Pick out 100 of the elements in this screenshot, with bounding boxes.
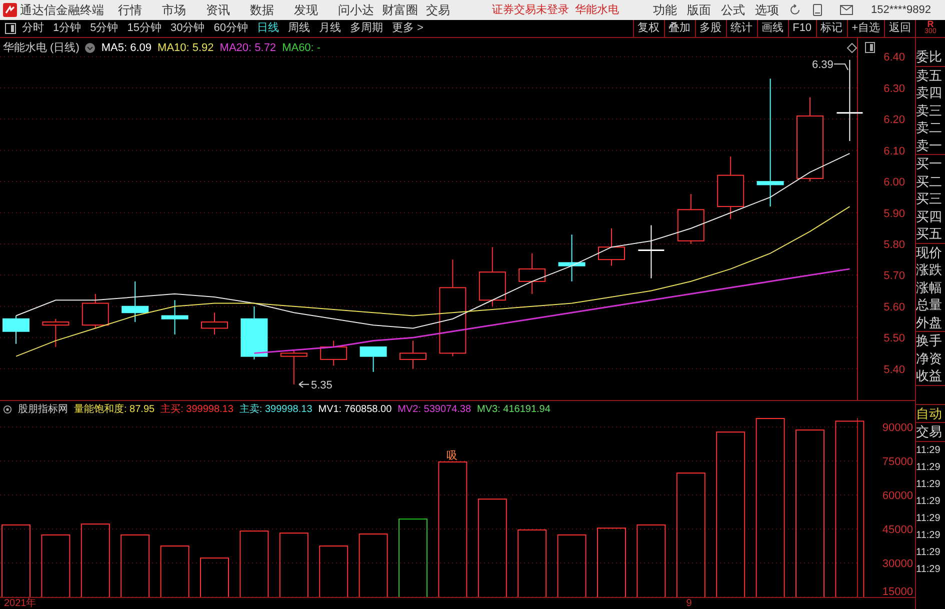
menu-item[interactable]: 问小达 [338, 1, 374, 19]
quote-label: 外盘 [916, 314, 943, 331]
phone-icon[interactable] [813, 4, 822, 16]
panel-toggle-icon[interactable] [5, 23, 16, 34]
chart-title: 华能水电 (日线) [3, 41, 80, 56]
indicator-value: MV2: 539074.38 [398, 403, 472, 417]
toolbar-button[interactable]: 画线 [756, 20, 788, 37]
period-tab[interactable]: 更多 > [392, 20, 424, 37]
volume-bar [200, 558, 229, 597]
price-axis-label: 6.40 [884, 52, 905, 64]
mail-icon[interactable] [840, 5, 853, 15]
quote-label: 净资 [916, 350, 943, 367]
volume-axis-label: 15000 [882, 586, 913, 597]
toolbar-button[interactable]: 标记 [816, 20, 847, 37]
panel-toggle-icon[interactable] [865, 42, 875, 53]
candlestick [240, 306, 268, 360]
period-tab[interactable]: 周线 [288, 20, 310, 37]
quote-label: 买二 [916, 172, 943, 190]
period-tab[interactable]: 60分钟 [214, 20, 248, 37]
indicator-value: 主买: 399998.13 [160, 402, 234, 417]
refresh-icon[interactable] [789, 4, 801, 16]
price-axis-label: 5.70 [884, 270, 905, 282]
period-tab[interactable]: 日线 [257, 20, 279, 37]
candlestick [717, 156, 744, 220]
candlestick [122, 280, 149, 322]
candlestick [280, 350, 308, 385]
period-tab[interactable]: 1分钟 [53, 20, 82, 37]
volume-bar [160, 546, 190, 597]
menu-item[interactable]: 财富圈 [382, 1, 418, 19]
menu-item[interactable]: 发现 [294, 1, 330, 19]
menu-item[interactable]: 公式 [721, 1, 745, 19]
menu-item[interactable]: 版面 [687, 1, 711, 19]
price-axis-label: 5.50 [884, 332, 905, 345]
menu-item[interactable]: 数据 [250, 1, 286, 19]
moving-average-value: MA20: 5.72 [220, 41, 276, 56]
volume-bar [557, 534, 586, 597]
quote-label: 换手 [916, 332, 943, 350]
diamond-icon[interactable] [847, 43, 857, 53]
price-axis-label: 5.40 [884, 364, 905, 376]
trade-time: 11:29 [916, 460, 942, 474]
volume-axis-label: 75000 [882, 456, 913, 468]
menu-item[interactable]: 资讯 [206, 1, 242, 19]
badge-letter: R [927, 20, 934, 28]
pointer-line-icon [834, 64, 848, 70]
mode-label[interactable]: 自动 [916, 404, 945, 423]
price-axis-label: 6.10 [884, 145, 905, 158]
trade-time: 11:29 [916, 512, 942, 526]
dropdown-icon[interactable] [85, 43, 96, 54]
quote-label: 卖二 [916, 119, 943, 136]
candlestick [558, 234, 586, 282]
menu-item[interactable]: 市场 [162, 1, 198, 19]
quote-label: 卖五 [916, 66, 943, 84]
indicator-value: 量能饱和度: 87.95 [74, 402, 155, 417]
volume-bar [41, 534, 70, 597]
toolbar-button[interactable]: F10 [788, 20, 816, 37]
volume-axis-label: 60000 [882, 490, 913, 502]
candlestick [2, 315, 30, 344]
toolbar-button[interactable]: 多股 [694, 20, 726, 37]
period-tab[interactable]: 15分钟 [127, 20, 162, 37]
quote-label: 委比 [916, 48, 943, 66]
stock-name: 华能水电 [575, 2, 619, 18]
toolbar-button[interactable]: 返回 [884, 20, 915, 37]
volume-bar [597, 528, 626, 597]
menu-item[interactable]: 交易 [426, 1, 462, 19]
volume-bar [279, 532, 308, 597]
quote-label: 买三 [916, 190, 943, 208]
toolbar-button[interactable]: 叠加 [664, 20, 695, 37]
trade-time: 11:29 [916, 494, 942, 508]
candlestick [161, 300, 188, 335]
volume-axis-label: 30000 [882, 558, 913, 570]
candlestick [518, 252, 546, 294]
menu-item[interactable]: 选项 [755, 1, 779, 19]
quote-label: 涨幅 [916, 278, 943, 296]
app-title: 通达信金融终端 [20, 2, 105, 19]
price-axis-label: 5.60 [884, 301, 905, 314]
settings-icon[interactable] [3, 405, 12, 414]
volume-axis-label: 90000 [882, 422, 913, 434]
low-price-label: 5.35 [311, 379, 332, 392]
quote-label: 卖一 [916, 136, 943, 154]
volume-bar [518, 529, 547, 597]
price-axis-label: 6.00 [884, 176, 905, 189]
volume-bar [358, 534, 388, 597]
volume-bar [240, 530, 269, 597]
price-axis-label: 6.20 [884, 114, 905, 126]
menu-item[interactable]: 功能 [653, 1, 677, 19]
period-tab[interactable]: 5分钟 [90, 20, 118, 37]
period-tab[interactable]: 分时 [22, 20, 44, 37]
period-tab[interactable]: 30分钟 [170, 20, 205, 37]
quote-label: 现价 [916, 244, 943, 261]
period-tab[interactable]: 多周期 [350, 20, 383, 37]
quote-label: 买五 [916, 225, 943, 242]
period-tab[interactable]: 月线 [319, 20, 341, 37]
toolbar-button[interactable]: 统计 [726, 20, 757, 37]
arrow-icon [298, 380, 310, 388]
toolbar-button[interactable]: +自选 [846, 20, 884, 37]
trades-title: 交易 [916, 423, 945, 442]
toolbar-button[interactable]: 复权 [632, 20, 664, 37]
volume-axis-label: 45000 [882, 524, 913, 536]
menu-item[interactable]: 行情 [118, 1, 154, 19]
trade-time: 11:29 [916, 478, 942, 492]
